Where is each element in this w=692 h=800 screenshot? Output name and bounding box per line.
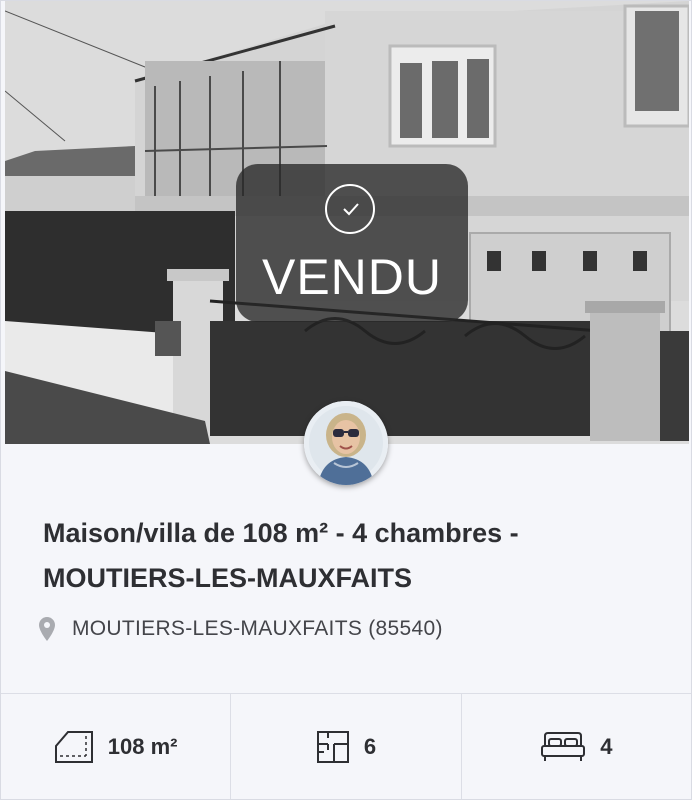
surface-value: 108 m² <box>107 734 178 759</box>
map-pin-icon <box>39 617 55 641</box>
feature-surface: 108 m² <box>1 694 232 799</box>
agent-portrait-image <box>304 401 388 485</box>
bedrooms-value: 4 <box>600 734 613 759</box>
sold-status-badge: VENDU <box>236 164 468 322</box>
check-circle-icon <box>325 184 375 234</box>
feature-rooms: 6 <box>231 694 462 799</box>
feature-bedrooms: 4 <box>462 694 691 799</box>
bed-icon <box>541 732 586 761</box>
listing-title[interactable]: Maison/villa de 108 m² - 4 chambres - MO… <box>43 511 663 601</box>
location-label: MOUTIERS-LES-MAUXFAITS (85540) <box>72 617 443 640</box>
floor-plan-rooms-icon <box>316 731 349 763</box>
property-card[interactable]: VENDU Maison/villa de 108 m² - 4 chambre… <box>0 0 692 800</box>
surface-area-icon <box>54 731 93 763</box>
agent-avatar[interactable] <box>304 401 388 485</box>
features-bar: 108 m² 6 4 <box>1 693 691 799</box>
rooms-value: 6 <box>363 734 377 759</box>
property-photo[interactable]: VENDU <box>5 1 689 444</box>
sold-label: VENDU <box>261 249 443 305</box>
listing-location: MOUTIERS-LES-MAUXFAITS (85540) <box>39 617 443 641</box>
